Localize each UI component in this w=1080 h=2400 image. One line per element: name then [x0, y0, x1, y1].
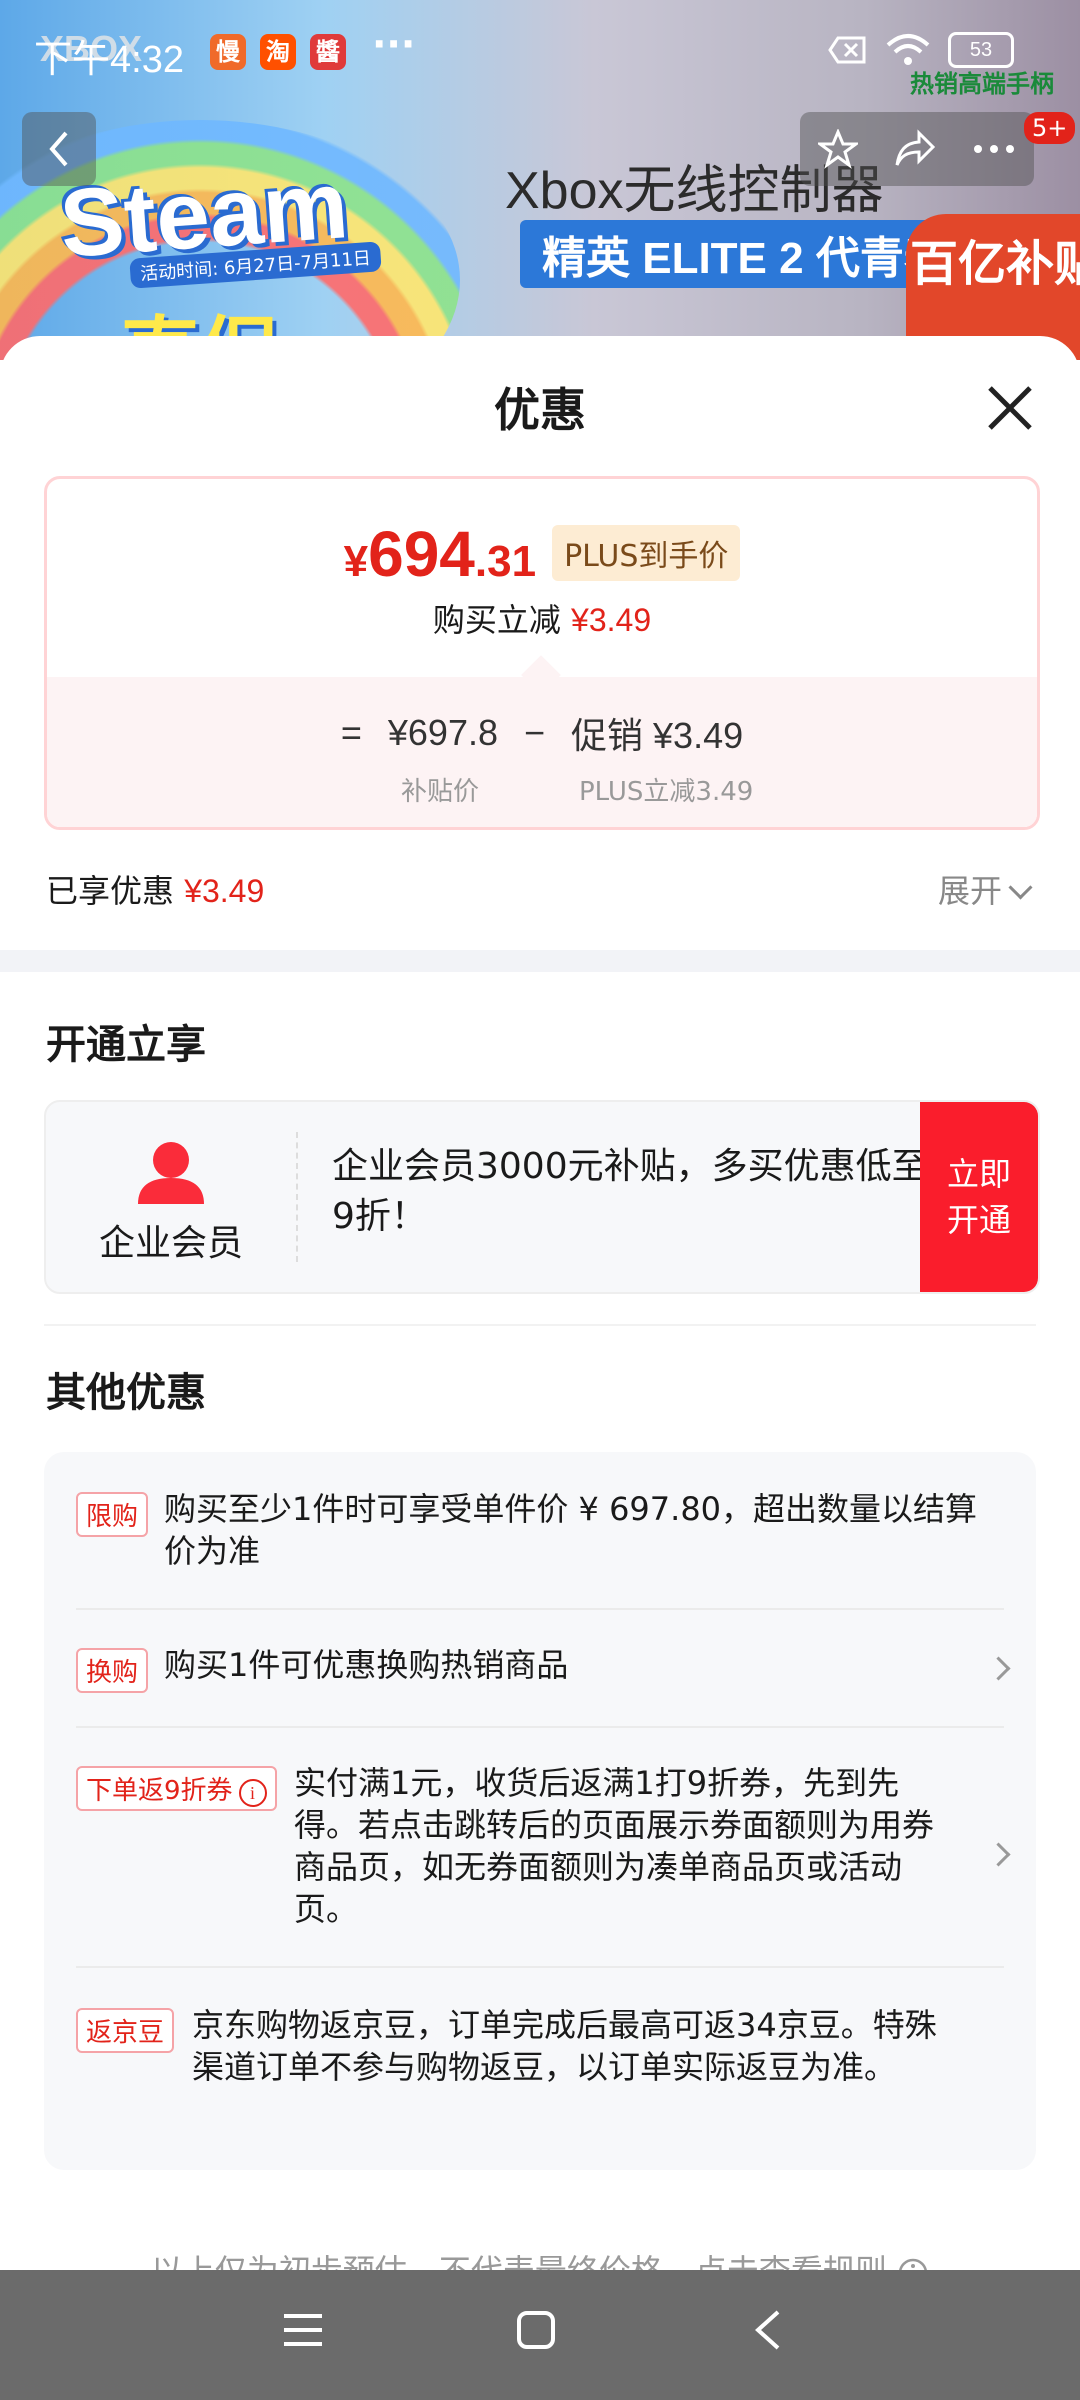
section-divider — [0, 950, 1080, 972]
open-section-title: 开通立享 — [46, 1022, 206, 1068]
offer-row-limit: 限购 购买至少1件时可享受单件价 ¥ 697.80，超出数量以结算价为准 — [76, 1490, 1004, 1572]
offer-tag: 下单返9折券 i — [76, 1766, 277, 1811]
label-promo: PLUS立减3.49 — [579, 777, 754, 807]
enterprise-member-card[interactable]: 企业会员 企业会员3000元补贴，多买优惠低至9折！ 立即开通 — [44, 1100, 1040, 1294]
offer-text: 购买至少1件时可享受单件价 ¥ 697.80，超出数量以结算价为准 — [164, 1490, 978, 1570]
sim-off-icon — [828, 36, 866, 64]
wifi-icon — [886, 34, 930, 65]
offer-separator — [76, 1726, 1004, 1728]
notch — [521, 655, 561, 695]
rules-footnote[interactable]: 以上仅为初步预估，不代表最终价格，点击查看规则 — [0, 2246, 1080, 2270]
cart-badge: 5+ — [1024, 112, 1076, 144]
chevron-left-icon — [49, 131, 68, 167]
user-icon — [138, 1142, 204, 1204]
chevron-right-icon — [986, 1842, 1011, 1867]
label-base: 补贴价 — [401, 777, 480, 807]
battery-icon: 53 — [948, 32, 1014, 68]
home-icon[interactable] — [516, 2310, 556, 2350]
menu-icon[interactable] — [282, 2310, 324, 2350]
final-price: ¥694.31 — [344, 517, 536, 591]
offer-row-coupon[interactable]: 下单返9折券 i 实付满1元，收货后返满1打9折券，先到先得。若点击跳转后的页面展… — [76, 1764, 1011, 1936]
discount-sheet: 优惠 ¥694.31 PLUS到手价 购买立减 ¥3.49 = ¥697.8 −… — [0, 336, 1080, 2270]
member-description: 企业会员3000元补贴，多买优惠低至9折！ — [332, 1146, 928, 1237]
back-button[interactable] — [22, 112, 96, 186]
offer-tag-label: 下单返9折券 — [86, 1776, 233, 1806]
system-nav-bar — [0, 2270, 1080, 2400]
member-badge: 企业会员 — [46, 1102, 296, 1292]
share-icon[interactable] — [893, 129, 937, 169]
member-separator — [296, 1132, 298, 1262]
calc-minus: − — [524, 712, 546, 753]
offer-row-exchange[interactable]: 换购 购买1件可优惠换购热销商品 — [76, 1646, 1011, 1698]
offer-text: 实付满1元，收货后返满1打9折券，先到先得。若点击跳转后的页面展示券面额则为用券… — [294, 1764, 935, 1928]
more-icon[interactable] — [972, 143, 1016, 155]
expand-button[interactable]: 展开 — [938, 866, 1033, 912]
other-section-title: 其他优惠 — [46, 1370, 206, 1416]
app-notification-icon-2: 醬 — [310, 34, 346, 70]
price-decimal: .31 — [474, 537, 537, 586]
offer-tag: 返京豆 — [76, 2008, 175, 2053]
status-bar: 下午4:32 慢 淘 醬 ··· 53 — [0, 0, 1080, 100]
status-time: 下午4:32 — [34, 39, 184, 81]
calc-base: ¥697.8 — [387, 712, 498, 753]
taobao-notification-icon: 淘 — [260, 34, 296, 70]
enjoyed-discount: 已享优惠 ¥3.49 — [46, 866, 264, 912]
enjoyed-label: 已享优惠 — [46, 872, 175, 910]
divider — [44, 1324, 1036, 1326]
price-card: ¥694.31 PLUS到手价 购买立减 ¥3.49 = ¥697.8 − 促销… — [44, 476, 1040, 830]
offer-tag: 换购 — [76, 1648, 149, 1693]
back-nav-icon[interactable] — [752, 2310, 782, 2350]
price-yen: ¥ — [343, 537, 369, 586]
offer-separator — [76, 1966, 1004, 1968]
offer-separator — [76, 1608, 1004, 1610]
activate-label: 立即开通 — [946, 1155, 1011, 1239]
reduce-line: 购买立减 ¥3.49 — [47, 595, 1037, 641]
chevron-down-icon — [1008, 875, 1033, 900]
reduce-value: ¥3.49 — [571, 602, 652, 638]
offer-text: 购买1件可优惠换购热销商品 — [164, 1646, 569, 1684]
info-icon[interactable]: i — [238, 1779, 267, 1807]
price-breakdown: = ¥697.8 − 促销 ¥3.49 补贴价 PLUS立减3.49 — [47, 655, 1037, 827]
top-actions — [800, 112, 1034, 186]
calc-promo: 促销 ¥3.49 — [571, 715, 744, 756]
plus-price-tag: PLUS到手价 — [552, 525, 741, 581]
calc-row: = ¥697.8 − 促销 ¥3.49 — [47, 707, 1037, 759]
status-icons: 53 — [828, 32, 1014, 68]
footnote-text: 以上仅为初步预估，不代表最终价格，点击查看规则 — [151, 2252, 887, 2270]
offer-text: 京东购物返京豆，订单完成后最高可返34京豆。特殊渠道订单不参与购物返豆，以订单实… — [192, 2006, 937, 2086]
expand-label: 展开 — [938, 872, 1003, 910]
member-name: 企业会员 — [98, 1223, 243, 1264]
activate-member-button[interactable]: 立即开通 — [920, 1102, 1038, 1292]
final-price-row: ¥694.31 PLUS到手价 — [47, 517, 1037, 591]
chevron-right-icon — [986, 1656, 1011, 1681]
close-icon[interactable] — [982, 380, 1038, 436]
offer-row-beans: 返京豆 京东购物返京豆，订单完成后最高可返34京豆。特殊渠道订单不参与购物返豆，… — [76, 2006, 1004, 2138]
offer-tag: 限购 — [76, 1492, 149, 1537]
info-icon — [899, 2258, 928, 2270]
sheet-title: 优惠 — [494, 383, 586, 437]
calc-equals: = — [340, 712, 362, 753]
other-offers-card: 限购 购买至少1件时可享受单件价 ¥ 697.80，超出数量以结算价为准 换购 … — [44, 1452, 1036, 2170]
reduce-label: 购买立减 — [432, 601, 561, 639]
more-notifications-icon: ··· — [372, 22, 416, 66]
app-notification-icon: 慢 — [210, 34, 246, 70]
enjoyed-value: ¥3.49 — [184, 873, 265, 909]
star-icon[interactable] — [817, 129, 858, 169]
price-integer: 694 — [368, 518, 475, 590]
